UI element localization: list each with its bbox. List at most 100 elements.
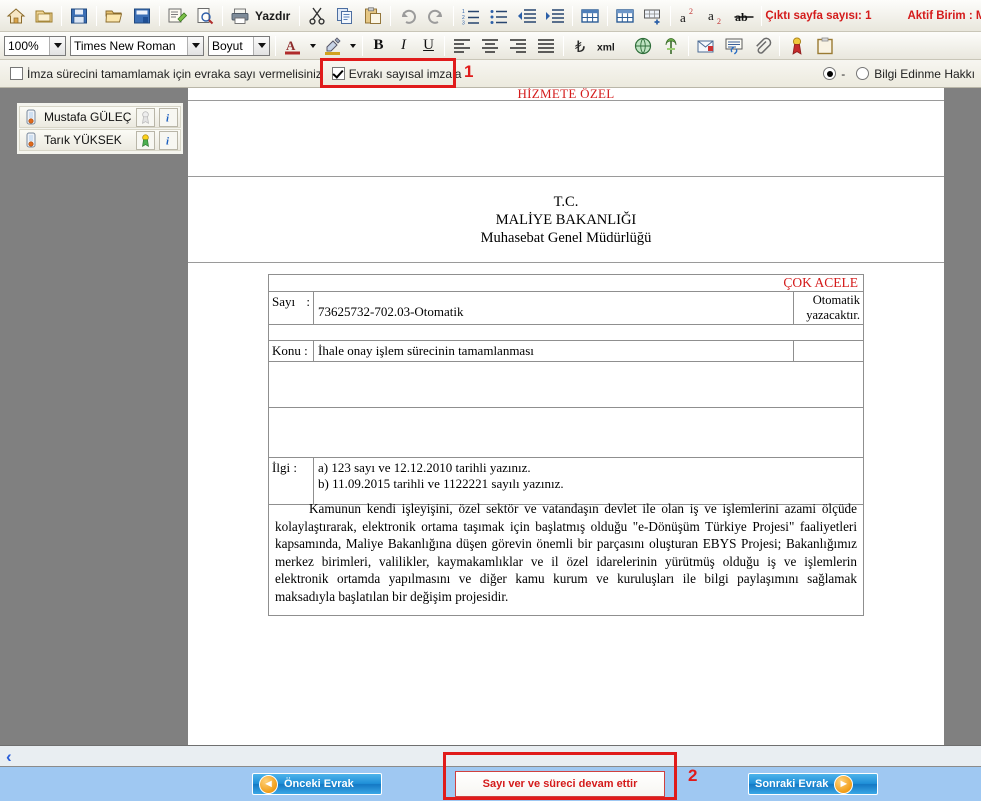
decrease-indent-icon[interactable] xyxy=(513,3,541,29)
save-icon[interactable] xyxy=(65,3,93,29)
previous-document-button[interactable]: ◄ Önceki Evrak xyxy=(252,773,382,795)
sayi-value[interactable]: 73625732-702.03-Otomatik xyxy=(314,292,793,324)
signer-row[interactable]: Mustafa GÜLEÇ i xyxy=(19,106,181,128)
font-size-select[interactable]: Boyut xyxy=(208,35,270,56)
sayi-ver-button[interactable]: Sayı ver ve süreci devam ettir xyxy=(455,771,665,797)
active-unit-label: Aktif Birim : M xyxy=(907,9,981,22)
svg-text:xml: xml xyxy=(597,42,615,53)
insert-table-icon[interactable] xyxy=(576,3,604,29)
previous-document-label: Önceki Evrak xyxy=(284,778,354,790)
arrow-right-circle-icon: ► xyxy=(834,774,854,794)
redo-icon[interactable] xyxy=(422,3,450,29)
radio-dash[interactable] xyxy=(823,67,837,80)
numbered-list-icon[interactable]: 123 xyxy=(457,3,485,29)
highlight-color-icon[interactable] xyxy=(319,33,347,59)
svg-text:i: i xyxy=(166,135,169,147)
urgency-label: ÇOK ACELE xyxy=(783,275,858,290)
info-icon[interactable]: i xyxy=(159,107,178,127)
bullet-list-icon[interactable] xyxy=(485,3,513,29)
svg-text:2: 2 xyxy=(717,17,721,26)
chevron-down-icon[interactable] xyxy=(253,36,269,55)
font-color-icon[interactable]: A xyxy=(279,33,307,59)
turkish-lira-icon[interactable]: ₺ xyxy=(567,33,595,59)
radio-bilgi-edinme[interactable] xyxy=(856,67,870,80)
institution-header: T.C. MALİYE BAKANLIĞI Muhasebat Genel Mü… xyxy=(188,177,944,263)
info-icon[interactable]: i xyxy=(159,130,178,150)
align-right-icon[interactable] xyxy=(504,33,532,59)
italic-button[interactable]: I xyxy=(391,34,416,58)
font-family-select[interactable]: Times New Roman xyxy=(70,35,204,56)
toolbar-separator xyxy=(96,5,97,26)
print-icon[interactable] xyxy=(226,3,254,29)
toolbar-separator xyxy=(275,35,276,56)
svg-text:a: a xyxy=(680,10,686,25)
chevron-down-icon[interactable] xyxy=(187,36,203,55)
next-document-button[interactable]: Sonraki Evrak ► xyxy=(748,773,878,795)
konu-value[interactable]: İhale onay işlem sürecinin tamamlanması xyxy=(314,341,793,361)
globe-icon[interactable] xyxy=(629,33,657,59)
document-workspace: HİZMETE ÖZEL T.C. MALİYE BAKANLIĞI Muhas… xyxy=(0,88,981,745)
align-left-icon[interactable] xyxy=(448,33,476,59)
clipboard-icon[interactable] xyxy=(811,33,839,59)
numbering-required-checkbox[interactable] xyxy=(10,67,23,80)
konu-separator: : xyxy=(304,343,308,358)
digital-sign-label: Evrakı sayısal imzala xyxy=(348,66,462,81)
pending-seal-icon[interactable] xyxy=(136,107,155,127)
sayi-right-note: Otomatik yazacaktır. xyxy=(793,292,863,324)
document-body[interactable]: Kamunun kendi işleyişini, özel sektör ve… xyxy=(268,492,864,616)
undo-icon[interactable] xyxy=(394,3,422,29)
format-toolbar: 100% Times New Roman Boyut A B I U ₺ xml xyxy=(0,32,981,60)
table-properties-icon[interactable] xyxy=(611,3,639,29)
new-document-icon[interactable] xyxy=(30,3,58,29)
hyperlink-icon[interactable] xyxy=(720,33,748,59)
increase-indent-icon[interactable] xyxy=(541,3,569,29)
toolbar-separator xyxy=(779,35,780,56)
align-center-icon[interactable] xyxy=(476,33,504,59)
underline-button[interactable]: U xyxy=(416,34,441,58)
sayi-label-text: Sayı xyxy=(272,294,296,309)
mail-merge-icon[interactable] xyxy=(692,33,720,59)
header-line-1: T.C. xyxy=(553,193,579,210)
digital-sign-checkbox[interactable] xyxy=(331,67,345,80)
sayi-ver-label: Sayı ver ve süreci devam ettir xyxy=(482,778,638,790)
chevron-down-icon[interactable] xyxy=(347,33,359,59)
toolbar-separator xyxy=(362,35,363,56)
attachment-icon[interactable] xyxy=(748,33,776,59)
horizontal-scrollbar[interactable]: ‹ xyxy=(0,745,981,767)
toolbar-separator xyxy=(453,5,455,26)
superscript-icon[interactable]: a2 xyxy=(674,3,702,29)
chevron-down-icon[interactable] xyxy=(49,36,65,55)
signature-seal-icon[interactable] xyxy=(783,33,811,59)
toolbar-separator xyxy=(444,35,445,56)
align-justify-icon[interactable] xyxy=(532,33,560,59)
bold-button[interactable]: B xyxy=(366,34,391,58)
chevron-down-icon[interactable] xyxy=(307,33,319,59)
print-preview-icon[interactable] xyxy=(191,3,219,29)
approved-seal-icon[interactable] xyxy=(136,130,155,150)
toolbar-separator xyxy=(572,5,574,26)
copy-icon[interactable] xyxy=(331,3,359,29)
tree-view-icon[interactable] xyxy=(657,33,685,59)
home-icon[interactable] xyxy=(2,3,30,29)
cut-icon[interactable] xyxy=(303,3,331,29)
properties-icon[interactable] xyxy=(163,3,191,29)
paste-icon[interactable] xyxy=(359,3,387,29)
document-page[interactable]: HİZMETE ÖZEL T.C. MALİYE BAKANLIĞI Muhas… xyxy=(188,88,944,745)
print-label: Yazdır xyxy=(255,8,291,23)
signer-row[interactable]: Tarık YÜKSEK i xyxy=(19,129,181,151)
svg-text:A: A xyxy=(286,38,296,53)
highlight-color-control[interactable] xyxy=(319,33,359,59)
radio-bilgi-edinme-label: Bilgi Edinme Hakkı xyxy=(874,66,975,81)
open-folder-icon[interactable] xyxy=(100,3,128,29)
konu-label-text: Konu xyxy=(272,343,301,358)
xml-icon[interactable]: xml xyxy=(595,33,629,59)
insert-row-icon[interactable] xyxy=(639,3,667,29)
save-as-icon[interactable] xyxy=(128,3,156,29)
zoom-select[interactable]: 100% xyxy=(4,35,66,56)
chevron-left-icon[interactable]: ‹ xyxy=(6,748,12,765)
font-color-control[interactable]: A xyxy=(279,33,319,59)
bottom-action-bar: ◄ Önceki Evrak Sayı ver ve süreci devam … xyxy=(0,767,981,801)
toolbar-separator xyxy=(390,5,392,26)
subscript-icon[interactable]: a2 xyxy=(702,3,730,29)
strikethrough-icon[interactable]: ab xyxy=(730,3,758,29)
